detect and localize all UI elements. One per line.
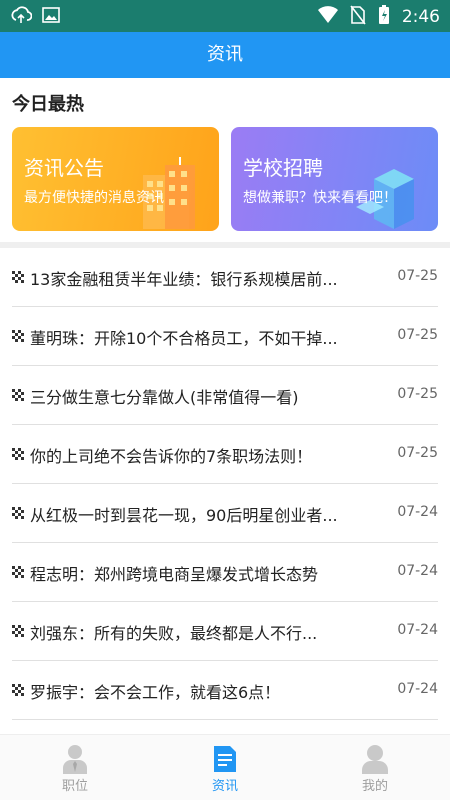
status-bar: 2:46 xyxy=(0,0,450,32)
news-item[interactable]: 刘强东：所有的失败，最终都是人不行... 07-24 xyxy=(12,602,438,661)
checker-bullet-icon xyxy=(12,625,24,637)
news-title: 刘强东：所有的失败，最终都是人不行... xyxy=(30,624,318,643)
news-title: 从红极一时到昙花一现，90后明星创业者... xyxy=(30,506,338,525)
checker-bullet-icon xyxy=(12,271,24,283)
news-item[interactable]: 从红极一时到昙花一现，90后明星创业者... 07-24 xyxy=(12,484,438,543)
wifi-icon xyxy=(317,6,338,28)
page-title: 资讯 xyxy=(207,44,243,65)
news-title: 13家金融租赁半年业绩：银行系规模居前... xyxy=(30,270,338,289)
tab-label: 我的 xyxy=(361,779,388,794)
tab-news[interactable]: 资讯 xyxy=(150,735,300,800)
news-date: 07-24 xyxy=(397,504,438,520)
news-list: 13家金融租赁半年业绩：银行系规模居前... 07-25 董明珠：开除10个不合… xyxy=(0,248,450,720)
image-icon xyxy=(42,7,60,27)
news-date: 07-24 xyxy=(397,681,438,697)
app-bar: 资讯 xyxy=(0,32,450,78)
news-item[interactable]: 你的上司绝不会告诉你的7条职场法则！ 07-25 xyxy=(12,425,438,484)
news-date: 07-24 xyxy=(397,622,438,638)
section-title-hot: 今日最热 xyxy=(12,94,84,115)
cloud-upload-icon xyxy=(10,6,33,28)
news-item[interactable]: 程志明：郑州跨境电商呈爆发式增长态势 07-24 xyxy=(12,543,438,602)
news-title: 程志明：郑州跨境电商呈爆发式增长态势 xyxy=(30,565,319,584)
battery-charging-icon xyxy=(378,5,390,29)
news-date: 07-25 xyxy=(397,386,438,402)
news-announcement-card[interactable]: 资讯公告 最方便快捷的消息资讯 xyxy=(12,127,219,231)
user-icon xyxy=(362,745,388,774)
news-date: 07-25 xyxy=(397,327,438,343)
tab-label: 职位 xyxy=(61,779,88,794)
checker-bullet-icon xyxy=(12,389,24,401)
school-recruitment-card[interactable]: 学校招聘 想做兼职？快来看看吧！ xyxy=(231,127,438,231)
checker-bullet-icon xyxy=(12,507,24,519)
news-item[interactable]: 13家金融租赁半年业绩：银行系规模居前... 07-25 xyxy=(12,248,438,307)
bottom-tab-bar: 职位 资讯 我的 xyxy=(0,734,450,800)
news-title: 你的上司绝不会告诉你的7条职场法则！ xyxy=(30,447,313,466)
checker-bullet-icon xyxy=(12,330,24,342)
card-subtitle: 想做兼职？快来看看吧！ xyxy=(243,190,397,206)
tab-label: 资讯 xyxy=(211,779,238,794)
card-title: 学校招聘 xyxy=(243,156,323,180)
news-item[interactable]: 董明珠：开除10个不合格员工，不如干掉... 07-25 xyxy=(12,307,438,366)
news-title: 董明珠：开除10个不合格员工，不如干掉... xyxy=(30,329,338,348)
news-date: 07-24 xyxy=(397,563,438,579)
document-icon xyxy=(214,746,236,772)
tab-profile[interactable]: 我的 xyxy=(300,735,450,800)
checker-bullet-icon xyxy=(12,566,24,578)
no-sim-icon xyxy=(350,5,366,29)
news-date: 07-25 xyxy=(397,268,438,284)
news-item[interactable]: 罗振宇：会不会工作，就看这6点！ 07-24 xyxy=(12,661,438,720)
news-title: 罗振宇：会不会工作，就看这6点！ xyxy=(30,683,281,702)
tab-jobs[interactable]: 职位 xyxy=(0,735,150,800)
news-title: 三分做生意七分靠做人(非常值得一看) xyxy=(30,388,299,407)
checker-bullet-icon xyxy=(12,684,24,696)
card-title: 资讯公告 xyxy=(24,156,104,180)
clock-text: 2:46 xyxy=(401,7,440,27)
checker-bullet-icon xyxy=(12,448,24,460)
person-icon xyxy=(63,745,87,774)
news-date: 07-25 xyxy=(397,445,438,461)
card-subtitle: 最方便快捷的消息资讯 xyxy=(24,190,164,206)
news-item[interactable]: 三分做生意七分靠做人(非常值得一看) 07-25 xyxy=(12,366,438,425)
